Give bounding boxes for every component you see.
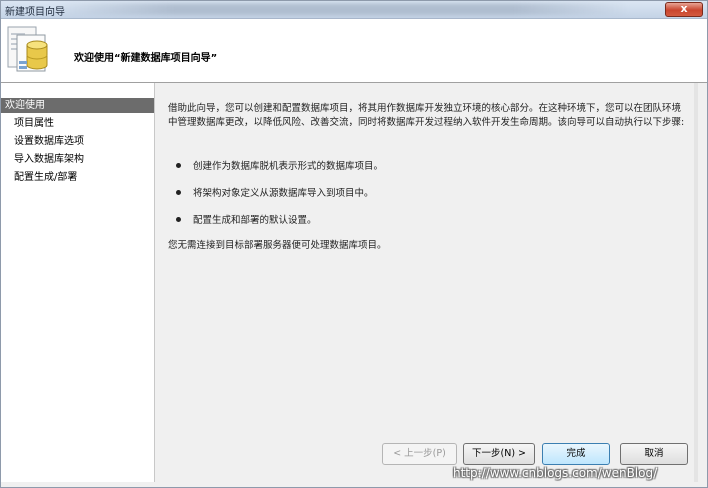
database-project-icon: [7, 26, 48, 72]
bullet-icon: [176, 217, 181, 222]
bullet-text: 将架构对象定义从源数据库导入到项目中。: [193, 188, 374, 199]
next-button[interactable]: 下一步(N) >: [463, 443, 535, 465]
close-icon: x: [680, 2, 688, 15]
nav-item-database-options[interactable]: 设置数据库选项: [1, 134, 154, 149]
bullet-item: 创建作为数据库脱机表示形式的数据库项目。: [176, 158, 383, 172]
wizard-header: 欢迎使用“新建数据库项目向导”: [1, 19, 707, 83]
nav-item-project-properties[interactable]: 项目属性: [1, 116, 154, 131]
intro-text: 借助此向导，您可以创建和配置数据库项目，将其用作数据库开发独立环境的核心部分。在…: [168, 103, 685, 128]
wizard-content: 借助此向导，您可以创建和配置数据库项目，将其用作数据库开发独立环境的核心部分。在…: [155, 83, 695, 423]
nav-item-import-schema[interactable]: 导入数据库架构: [1, 152, 154, 167]
title-bar-glow: [59, 3, 629, 15]
bullet-item: 配置生成和部署的默认设置。: [176, 212, 317, 226]
bullet-item: 将架构对象定义从源数据库导入到项目中。: [176, 185, 374, 199]
window-title: 新建项目向导: [5, 7, 65, 18]
nav-item-build-deploy[interactable]: 配置生成/部署: [1, 170, 154, 185]
bullet-text: 创建作为数据库脱机表示形式的数据库项目。: [193, 161, 384, 172]
vertical-scrollbar[interactable]: [694, 83, 698, 482]
watermark: http://www.cnblogs.com/wenBlog/: [453, 466, 658, 480]
nav-item-welcome[interactable]: 欢迎使用: [1, 98, 154, 113]
finish-button[interactable]: 完成: [542, 443, 610, 465]
bullet-text: 配置生成和部署的默认设置。: [193, 215, 317, 226]
title-bar[interactable]: 新建项目向导 x: [1, 1, 707, 19]
cancel-button[interactable]: 取消: [620, 443, 688, 465]
close-button[interactable]: x: [665, 2, 703, 17]
header-title: 欢迎使用“新建数据库项目向导”: [74, 53, 218, 64]
prev-button[interactable]: < 上一步(P): [382, 443, 457, 465]
bullet-icon: [176, 163, 181, 168]
footer-text: 您无需连接到目标部署服务器便可处理数据库项目。: [168, 240, 387, 251]
bullet-icon: [176, 190, 181, 195]
wizard-nav: 欢迎使用 项目属性 设置数据库选项 导入数据库架构 配置生成/部署: [1, 83, 155, 482]
wizard-window: 新建项目向导 x 欢迎使用“新建数据库项目向导” 欢迎使用 项目属性 设置数据库…: [0, 0, 708, 488]
